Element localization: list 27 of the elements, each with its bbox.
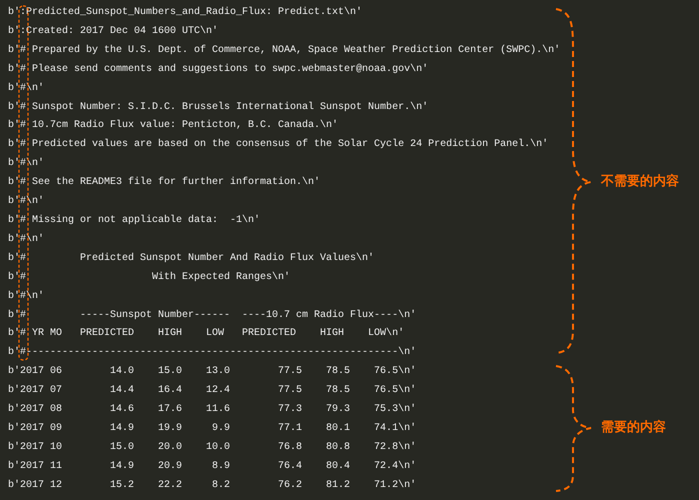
code-line: b'# Missing or not applicable data: -1\n' (8, 214, 260, 228)
code-line: b'# Please send comments and suggestions to swpc.webmaster@noaa.gov\n' (8, 62, 428, 77)
code-line: b'2017 11 14.9 20.9 8.9 76.4 80.4 72.4\n' (8, 460, 416, 474)
code-line: b'2017 06 14.0 15.0 13.0 77.5 78.5 76.5\n' (8, 364, 416, 380)
code-line: b':Created: 2017 Dec 04 1600 UTC\n' (8, 24, 218, 39)
code-line: b'#\n' (8, 290, 44, 304)
code-line: b'2017 08 14.6 17.6 11.6 77.3 79.3 75.3\n' (8, 402, 416, 418)
annotation-label: 需要的内容 (601, 420, 666, 436)
code-line: b'#\n' (8, 232, 44, 247)
code-line: b'2017 10 15.0 20.0 10.0 76.8 80.8 72.8\n' (8, 440, 416, 455)
code-line: b'2017 07 14.4 16.4 12.4 77.5 78.5 76.5\n' (8, 384, 416, 398)
code-line: b'#\n' (8, 156, 44, 172)
code-line: b'#--------------------------------------------------------------\n' (8, 346, 416, 360)
annotation-label: 不需要的内容 (601, 174, 679, 190)
code-line: b'# See the README3 file for further information.\n' (8, 176, 320, 190)
code-line: b'# Prepared by the U.S. Dept. of Commerce, NOAA, Space Weather Prediction Center (SWPC).\n' (8, 44, 560, 58)
code-line: b'# -----Sunspot Number------ ----10.7 cm Radio Flux----\n' (8, 308, 416, 322)
code-line: b'# Predicted Sunspot Number And Radio Flux Values\n' (8, 252, 374, 266)
code-line: b'# 10.7cm Radio Flux value: Penticton, B.C. Canada.\n' (8, 118, 338, 134)
code-line: b'2017 12 15.2 22.2 8.2 76.2 81.2 71.2\n' (8, 478, 416, 493)
code-line: b'#\n' (8, 194, 44, 210)
code-line: b'#\n' (8, 82, 44, 96)
code-line: b'2017 09 14.9 19.9 9.9 77.1 80.1 74.1\n' (8, 422, 416, 436)
code-line: b'# Predicted values are based on the consensus of the Solar Cycle 24 Prediction Panel.\n' (8, 138, 548, 152)
code-line: b'# With Expected Ranges\n' (8, 270, 290, 285)
code-line: b'# Sunspot Number: S.I.D.C. Brussels International Sunspot Number.\n' (8, 100, 428, 115)
code-line: b'# YR MO PREDICTED HIGH LOW PREDICTED HIGH LOW\n' (8, 326, 404, 342)
